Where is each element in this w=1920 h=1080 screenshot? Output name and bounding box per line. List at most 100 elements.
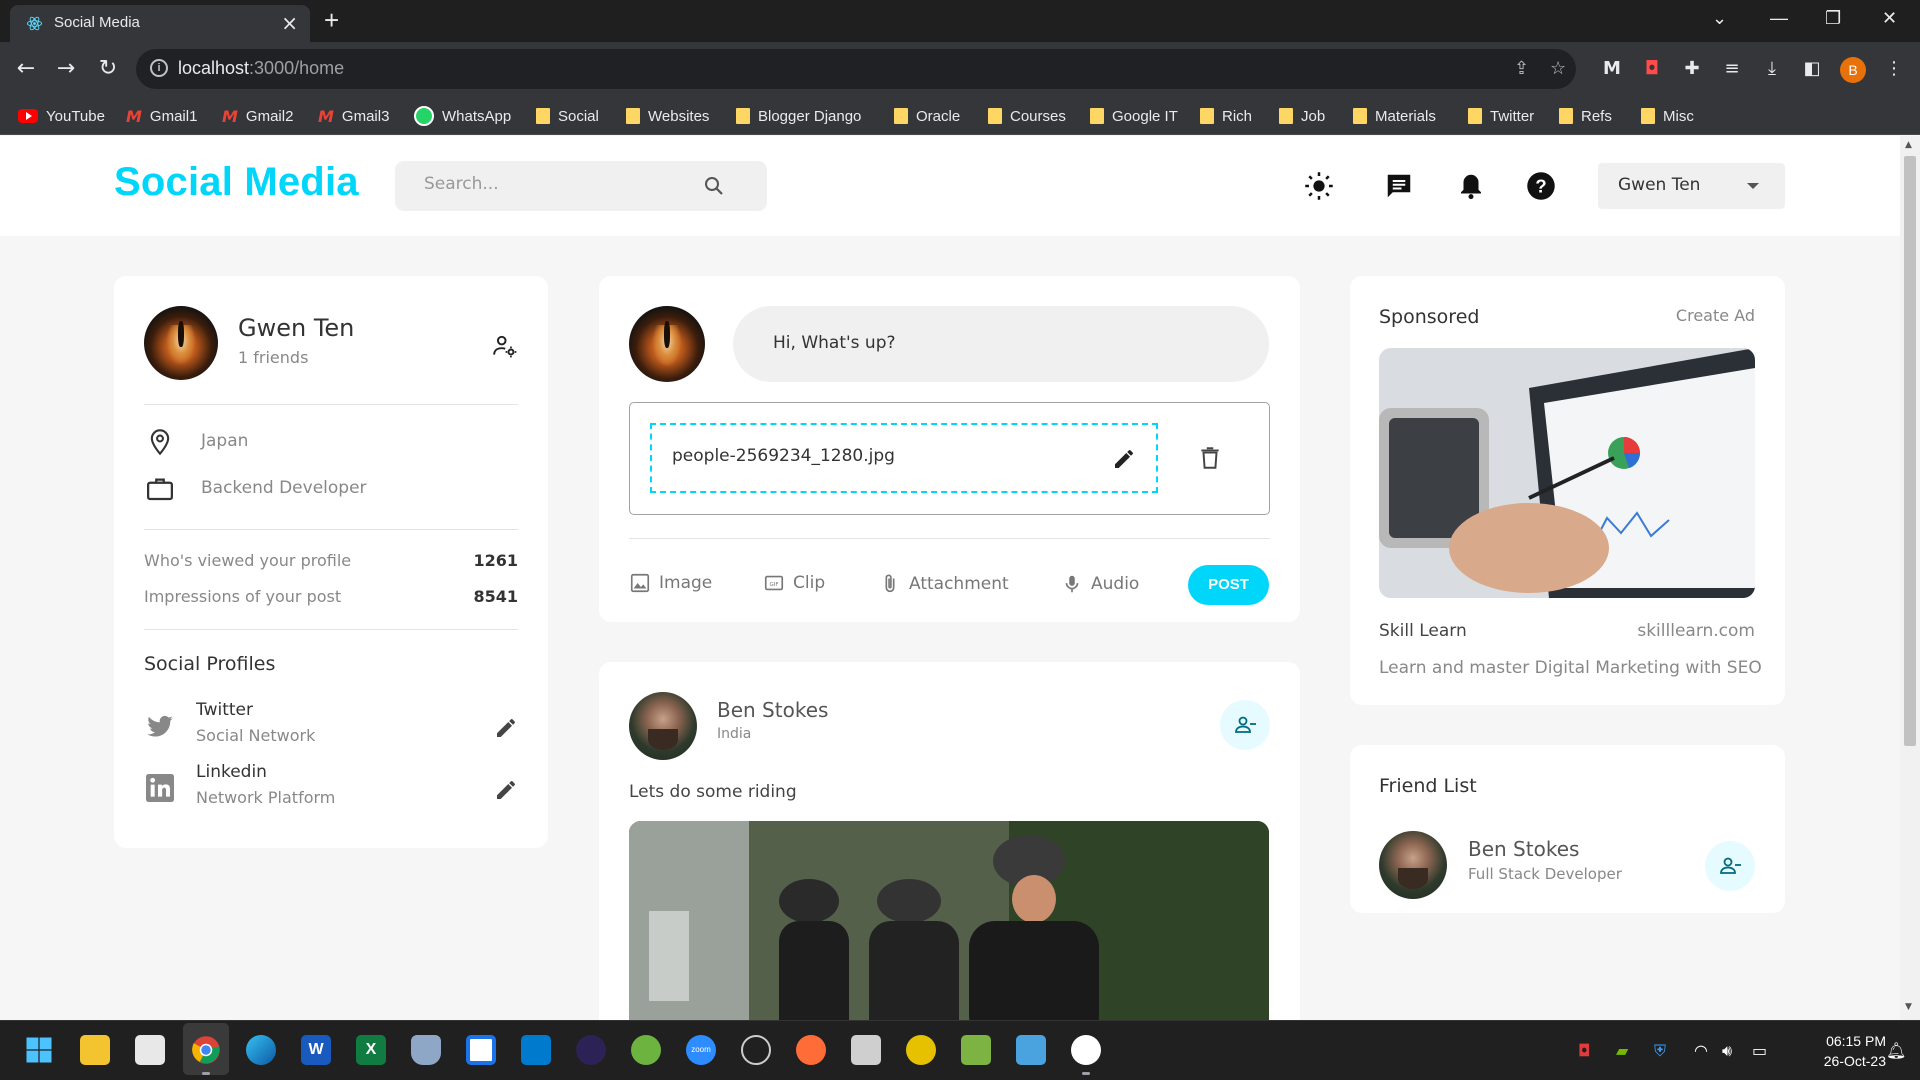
share-icon[interactable]: ⇪ [1514, 58, 1529, 79]
close-window-button[interactable]: ✕ [1882, 8, 1897, 29]
url-text[interactable]: localhost:3000/home [178, 58, 344, 79]
bookmark-oracle[interactable]: Oracle [894, 105, 960, 127]
sponsor-website[interactable]: skilllearn.com [1637, 621, 1755, 641]
store-icon[interactable] [135, 1035, 165, 1065]
add-clip-button[interactable]: GIF Clip [763, 572, 825, 594]
wifi-icon[interactable]: ◠ [1694, 1041, 1708, 1060]
minimize-button[interactable]: — [1770, 8, 1788, 29]
social-linkedin-name[interactable]: Linkedin [196, 762, 267, 782]
notifications-icon[interactable] [1456, 171, 1486, 201]
bookmark-gmail1[interactable]: M Gmail1 [126, 105, 197, 127]
add-image-button[interactable]: Image [629, 572, 712, 594]
downloads-icon[interactable]: ⤓ [1760, 57, 1784, 81]
system-clock[interactable]: 06:15 PM 26-Oct-23 [1796, 1031, 1886, 1071]
extension-shield-icon[interactable]: ◘ [1640, 57, 1664, 81]
chrome-icon[interactable] [191, 1035, 221, 1065]
tab-close-icon[interactable]: × [281, 12, 298, 34]
nvidia-tray-icon[interactable]: ▰ [1616, 1041, 1628, 1060]
profile-avatar[interactable]: B [1840, 57, 1866, 83]
profile-avatar-image[interactable] [144, 306, 218, 380]
new-tab-button[interactable]: + [324, 6, 339, 34]
bookmark-rich[interactable]: Rich [1200, 105, 1252, 127]
browser-tab[interactable]: Social Media × [10, 5, 310, 42]
extensions-puzzle-icon[interactable]: ✚ [1680, 57, 1704, 81]
post-author-name[interactable]: Ben Stokes [717, 698, 828, 722]
edit-icon[interactable] [1112, 447, 1136, 471]
file-explorer-icon[interactable] [80, 1035, 110, 1065]
delete-icon[interactable] [1197, 445, 1223, 471]
selected-file-box[interactable]: people-2569234_1280.jpg [650, 423, 1158, 493]
bookmark-social[interactable]: Social [536, 105, 599, 127]
site-info-icon[interactable]: i [150, 59, 168, 77]
bookmark-job[interactable]: Job [1279, 105, 1325, 127]
word-icon[interactable]: W [301, 1035, 331, 1065]
bookmark-twitter[interactable]: Twitter [1468, 105, 1534, 127]
page-scrollbar[interactable]: ▲ ▼ [1900, 136, 1920, 1020]
image-viewer-icon[interactable] [961, 1035, 991, 1065]
post-text-input[interactable]: Hi, What's up? [733, 306, 1269, 382]
restore-button[interactable]: ❐ [1825, 8, 1841, 29]
scroll-up-icon[interactable]: ▲ [1905, 140, 1912, 150]
user-dropdown[interactable]: Gwen Ten [1598, 163, 1785, 209]
bookmark-materials[interactable]: Materials [1353, 105, 1436, 127]
post-author-avatar[interactable] [629, 692, 697, 760]
volume-icon[interactable]: 🔊︎ [1722, 1041, 1732, 1061]
add-audio-button[interactable]: Audio [1061, 572, 1139, 596]
bookmark-google-it[interactable]: Google IT [1090, 105, 1178, 127]
forward-button[interactable]: → [52, 55, 80, 83]
battery-icon[interactable]: ▭ [1752, 1041, 1767, 1060]
add-attachment-button[interactable]: Attachment [879, 572, 1009, 596]
scrollbar-thumb[interactable] [1904, 156, 1916, 746]
friend-avatar[interactable] [1379, 831, 1447, 899]
extension-m-icon[interactable]: M [1600, 57, 1624, 81]
light-mode-icon[interactable] [1304, 171, 1334, 201]
social-twitter-name[interactable]: Twitter [196, 700, 253, 720]
post-image[interactable] [629, 821, 1269, 1020]
tab-search-icon[interactable]: ⌄ [1712, 8, 1727, 29]
post-button[interactable]: POST [1188, 565, 1269, 605]
security-app-icon[interactable] [851, 1035, 881, 1065]
vscode-icon[interactable] [521, 1035, 551, 1065]
sponsored-image[interactable] [1379, 348, 1755, 598]
bookmark-gmail2[interactable]: M Gmail2 [222, 105, 293, 127]
bookmark-courses[interactable]: Courses [988, 105, 1066, 127]
obs-icon[interactable] [741, 1035, 771, 1065]
create-ad-link[interactable]: Create Ad [1676, 306, 1755, 325]
eclipse-icon[interactable] [576, 1035, 606, 1065]
bookmark-misc[interactable]: Misc [1641, 105, 1694, 127]
add-friend-button[interactable] [1220, 700, 1270, 750]
window-app-icon[interactable] [466, 1035, 496, 1065]
bookmark-refs[interactable]: Refs [1559, 105, 1612, 127]
postman-icon[interactable] [796, 1035, 826, 1065]
search-icon[interactable] [702, 174, 726, 198]
scroll-down-icon[interactable]: ▼ [1905, 1002, 1912, 1012]
edit-icon[interactable] [494, 716, 518, 740]
settings-app-icon[interactable] [906, 1035, 936, 1065]
excel-icon[interactable]: X [356, 1035, 386, 1065]
edit-icon[interactable] [494, 778, 518, 802]
windows-start-icon[interactable] [24, 1035, 54, 1065]
bookmark-gmail3[interactable]: M Gmail3 [318, 105, 389, 127]
friend-name[interactable]: Ben Stokes [1468, 837, 1579, 861]
bookmark-youtube[interactable]: YouTube [18, 105, 105, 127]
defender-tray-icon[interactable]: ⛨ [1654, 1041, 1666, 1061]
address-bar[interactable]: i localhost:3000/home ⇪ ☆ [136, 49, 1576, 89]
manage-account-icon[interactable] [492, 333, 518, 359]
help-icon[interactable]: ? [1526, 171, 1556, 201]
reload-button[interactable]: ↻ [94, 55, 122, 83]
bookmark-blogger-django[interactable]: Blogger Django [736, 105, 861, 127]
spring-icon[interactable] [631, 1035, 661, 1065]
notepad-icon[interactable] [1016, 1035, 1046, 1065]
antivirus-tray-icon[interactable]: ◘ [1578, 1041, 1591, 1060]
remove-friend-button[interactable] [1705, 841, 1755, 891]
app-logo[interactable]: Social Media [114, 160, 359, 205]
bookmark-whatsapp[interactable]: WhatsApp [414, 105, 511, 127]
edge-icon[interactable] [246, 1035, 276, 1065]
database-icon[interactable] [411, 1035, 441, 1065]
zoom-icon[interactable]: zoom [686, 1035, 716, 1065]
back-button[interactable]: ← [12, 55, 40, 83]
browser-menu-icon[interactable]: ⋮ [1882, 57, 1906, 81]
message-icon[interactable] [1384, 171, 1414, 201]
search-input[interactable] [424, 174, 704, 194]
mongodb-icon[interactable] [1071, 1035, 1101, 1065]
